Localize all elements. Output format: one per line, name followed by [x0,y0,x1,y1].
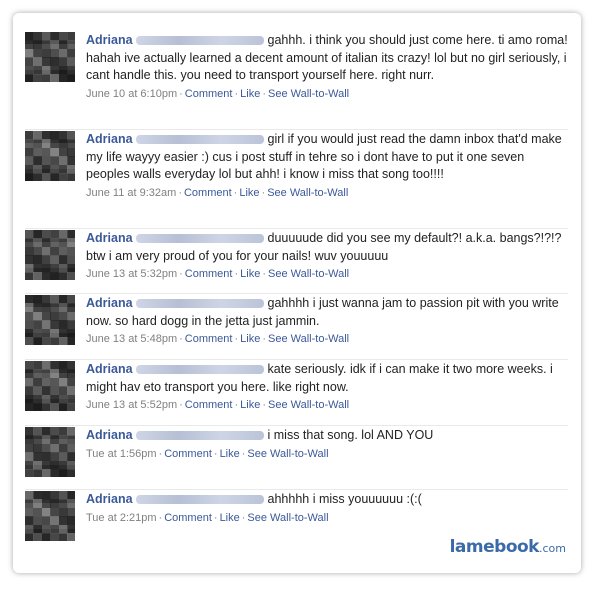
post-message: ahhhhh i miss youuuuuu :(:( [267,492,422,506]
wall-post: Adriana duuuuude did you see my default?… [25,230,568,294]
author-name[interactable]: Adriana [86,362,133,376]
wall-to-wall-link[interactable]: See Wall-to-Wall [247,448,328,460]
wall-to-wall-link[interactable]: See Wall-to-Wall [247,512,328,524]
wall-post: Adriana i miss that song. lol AND YOU Tu… [25,427,568,490]
post-meta: Tue at 1:56pm · Comment · Like · See Wall-to-W… [86,446,568,462]
comment-link[interactable]: Comment [164,512,212,524]
comment-link[interactable]: Comment [185,88,233,100]
author-name[interactable]: Adriana [86,231,133,245]
avatar[interactable] [25,131,75,181]
post-meta: June 13 at 5:32pm · Comment · Like · See Wall-… [86,266,568,282]
blurred-surname [136,234,265,244]
avatar-pixel [67,469,75,477]
separator: · [179,399,183,411]
post-content: Adriana i miss that song. lol AND YOU Tu… [86,427,568,462]
separator: · [179,333,183,345]
separator: · [234,87,239,100]
post-timestamp: Tue at 2:21pm [86,511,157,524]
avatar[interactable] [25,491,75,541]
avatar[interactable] [25,427,75,477]
post-message: i miss that song. lol AND YOU [267,428,434,442]
post-content: Adriana ahhhhh i miss youuuuuu :(:( Tue … [86,491,568,526]
post-meta: June 11 at 9:32am · Comment · Like · See Wall-… [86,185,568,201]
avatar-pixel [67,533,75,541]
separator: · [234,333,239,345]
post-content: Adriana duuuuude did you see my default?… [86,230,568,282]
separator: · [213,447,218,460]
separator: · [262,268,267,280]
wall-post: Adriana gahhh. i think you should just c… [25,32,568,130]
like-link[interactable]: Like [240,399,260,411]
post-timestamp: June 10 at 6:10pm [86,87,178,100]
post-content: Adriana girl if you would just read the … [86,131,568,201]
separator: · [179,268,183,280]
post-content: Adriana kate seriously. idk if i can mak… [86,361,568,413]
post-timestamp: June 13 at 5:52pm [86,399,178,411]
separator: · [262,87,267,100]
blurred-surname [136,36,265,46]
blurred-surname [136,431,265,441]
comment-link[interactable]: Comment [184,187,232,199]
post-meta: June 10 at 6:10pm · Comment · Like · See Wall-… [86,86,568,102]
avatar[interactable] [25,32,75,82]
comment-link[interactable]: Comment [185,399,233,411]
blurred-surname [136,299,265,309]
avatar-pixel [67,272,75,280]
avatar[interactable] [25,230,75,280]
wall-to-wall-link[interactable]: See Wall-to-Wall [267,187,348,199]
author-name[interactable]: Adriana [86,296,133,310]
author-name[interactable]: Adriana [86,33,133,47]
separator: · [179,87,183,100]
post-content: Adriana gahhhh i just wanna jam to passi… [86,295,568,347]
avatar-pixel [67,173,75,181]
wall-posts-card: Adriana gahhh. i think you should just c… [13,13,581,573]
post-meta: June 13 at 5:48pm · Comment · Like · See Wall-… [86,331,568,347]
avatar[interactable] [25,361,75,411]
blurred-surname [136,495,265,505]
wall-to-wall-link[interactable]: See Wall-to-Wall [268,268,349,280]
avatar[interactable] [25,295,75,345]
like-link[interactable]: Like [220,512,240,524]
post-content: Adriana gahhh. i think you should just c… [86,32,568,102]
blurred-surname [136,365,265,375]
avatar-pixel [67,403,75,411]
wall-post: Adriana kate seriously. idk if i can mak… [25,361,568,426]
like-link[interactable]: Like [240,88,260,100]
author-name[interactable]: Adriana [86,428,133,442]
like-link[interactable]: Like [220,448,240,460]
wall-post: Adriana girl if you would just read the … [25,131,568,229]
separator: · [178,186,182,199]
like-link[interactable]: Like [240,268,260,280]
avatar-pixel [67,74,75,82]
separator: · [213,511,218,524]
comment-link[interactable]: Comment [185,268,233,280]
like-link[interactable]: Like [239,187,259,199]
post-timestamp: Tue at 1:56pm [86,447,157,460]
separator: · [262,333,267,345]
post-meta: June 13 at 5:52pm · Comment · Like · See Wall-… [86,397,568,413]
separator: · [262,399,267,411]
wall-to-wall-link[interactable]: See Wall-to-Wall [268,399,349,411]
comment-link[interactable]: Comment [185,333,233,345]
brand-name: lamebook [449,537,540,557]
separator: · [234,268,239,280]
blurred-surname [136,135,265,145]
separator: · [234,399,239,411]
post-timestamp: June 13 at 5:48pm [86,333,178,345]
wall-to-wall-link[interactable]: See Wall-to-Wall [268,333,349,345]
post-timestamp: June 11 at 9:32am [86,186,177,199]
post-timestamp: June 13 at 5:32pm [86,268,178,280]
wall-to-wall-link[interactable]: See Wall-to-Wall [268,88,349,100]
wall-post: Adriana gahhhh i just wanna jam to passi… [25,295,568,360]
brand-tld: .com [539,542,566,555]
author-name[interactable]: Adriana [86,492,133,506]
lamebook-logo: lamebook.com [450,537,566,557]
avatar-pixel [67,337,75,345]
author-name[interactable]: Adriana [86,132,133,146]
like-link[interactable]: Like [240,333,260,345]
comment-link[interactable]: Comment [164,448,212,460]
post-meta: Tue at 2:21pm · Comment · Like · See Wall-to-W… [86,510,568,526]
